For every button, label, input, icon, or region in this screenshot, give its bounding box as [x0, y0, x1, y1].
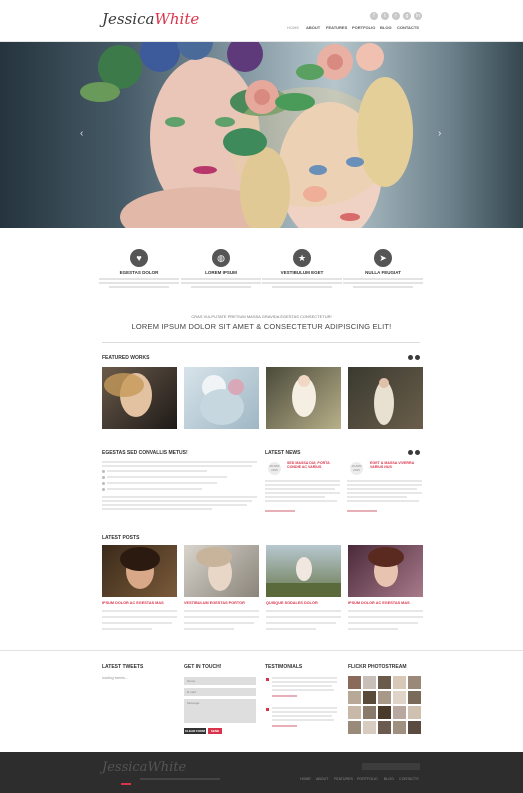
send-button[interactable]: SEND: [208, 728, 222, 734]
nav-features[interactable]: FEATURES: [326, 25, 347, 30]
divider: [0, 650, 523, 651]
flickr-photo[interactable]: [363, 721, 376, 734]
work-thumbnail[interactable]: [266, 367, 341, 429]
news-date: 28 APR 2015: [268, 462, 281, 475]
logo-accent-text: White: [154, 10, 200, 28]
news-title[interactable]: EGET & MASSA VIVERRA VARIUS NUS: [370, 461, 422, 469]
flickr-photo[interactable]: [363, 706, 376, 719]
feature-title: EGESTAS DOLOR: [119, 270, 159, 275]
footer-nav-about[interactable]: ABOUT: [316, 777, 328, 781]
nav-home[interactable]: HOME: [287, 25, 299, 30]
flickr-title: FLICKR PHOTOSTREAM: [348, 664, 407, 670]
feature-title: NULLA FEUGIAT: [365, 270, 401, 275]
flickr-photo[interactable]: [393, 691, 406, 704]
tagline-sub: CRAS VULPUTATE PRETIUM MASSA GRAVIDA EGE…: [191, 314, 332, 319]
work-thumbnail[interactable]: [184, 367, 259, 429]
work-thumbnail[interactable]: [348, 367, 423, 429]
footer-nav-home[interactable]: HOME: [300, 777, 311, 781]
flickr-photo[interactable]: [408, 721, 421, 734]
flickr-photo[interactable]: [393, 676, 406, 689]
globe-icon: ◍: [212, 249, 230, 267]
hero-slider[interactable]: ‹ ›: [0, 42, 523, 228]
flickr-photo[interactable]: [408, 706, 421, 719]
egestas-title: EGESTAS SED CONVALLIS METUS!: [102, 450, 188, 456]
footer-nav-blog[interactable]: BLOG: [384, 777, 394, 781]
flickr-photo[interactable]: [363, 676, 376, 689]
linkedin-icon[interactable]: in: [414, 12, 422, 20]
hero-image: [80, 42, 413, 228]
prev-dot-icon[interactable]: [408, 355, 413, 360]
hero-prev-arrow[interactable]: ‹: [80, 128, 83, 139]
post-title[interactable]: QUISQUE SODALES DOLOR: [266, 601, 318, 605]
work-thumbnail[interactable]: [102, 367, 177, 429]
post-thumbnail[interactable]: [102, 545, 177, 597]
flickr-photo[interactable]: [393, 706, 406, 719]
news-title[interactable]: SED MASSA DUI, PORTA CONDIE AC VARIUS: [287, 461, 342, 469]
next-dot-icon[interactable]: [415, 355, 420, 360]
footer-logo[interactable]: JessicaWhite: [102, 760, 186, 775]
latest-tweets-title: LATEST TWEETS: [102, 664, 144, 670]
flickr-photo[interactable]: [393, 721, 406, 734]
site-footer: [0, 752, 523, 793]
footer-logo-accent: White: [147, 760, 187, 775]
post-thumbnail[interactable]: [266, 545, 341, 597]
facebook-icon[interactable]: f: [370, 12, 378, 20]
tweets-loading: loading tweets...: [102, 676, 128, 680]
flickr-photo[interactable]: [348, 706, 361, 719]
flickr-photo[interactable]: [408, 676, 421, 689]
flickr-photo[interactable]: [378, 721, 391, 734]
footer-logo-text: Jessica: [102, 760, 148, 775]
featured-works-title: FEATURED WORKS: [102, 355, 150, 361]
post-title[interactable]: VESTIBULUM EGESTAS PORTOR: [184, 601, 245, 605]
hero-next-arrow[interactable]: ›: [438, 128, 441, 139]
feature-title: VESTIBULUM EGET: [280, 270, 324, 275]
tagline-main: LOREM IPSUM DOLOR SIT AMET & CONSECTETUR…: [131, 322, 392, 331]
nav-contacts[interactable]: CONTACTS: [397, 25, 419, 30]
footer-search-input[interactable]: [362, 763, 420, 770]
name-field[interactable]: Name:: [184, 677, 256, 685]
heart-icon: ♥: [130, 249, 148, 267]
google-icon[interactable]: g: [403, 12, 411, 20]
post-thumbnail[interactable]: [348, 545, 423, 597]
get-in-touch-title: GET IN TOUCH!: [184, 664, 222, 670]
star-icon: ★: [293, 249, 311, 267]
twitter-icon[interactable]: t: [381, 12, 389, 20]
email-field[interactable]: E-mail:: [184, 688, 256, 696]
flickr-photo[interactable]: [378, 676, 391, 689]
nav-portfolio[interactable]: PORTFOLIO: [352, 25, 375, 30]
clear-form-button[interactable]: CLEAR FORM: [184, 728, 206, 734]
feature-title: LOREM IPSUM: [205, 270, 237, 275]
post-thumbnail[interactable]: [184, 545, 259, 597]
next-dot-icon[interactable]: [415, 450, 420, 455]
flickr-photo[interactable]: [348, 691, 361, 704]
arrow-icon: ➤: [374, 249, 392, 267]
latest-posts-title: LATEST POSTS: [102, 535, 140, 541]
site-header: [0, 0, 523, 42]
post-title[interactable]: IPSUM DOLOR AC EGESTAS MAS: [348, 601, 410, 605]
flickr-photo[interactable]: [363, 691, 376, 704]
quote-icon: [266, 678, 269, 681]
nav-about[interactable]: ABOUT: [306, 25, 320, 30]
latest-news-title: LATEST NEWS: [265, 450, 301, 456]
nav-blog[interactable]: BLOG: [380, 25, 392, 30]
site-logo[interactable]: JessicaWhite: [102, 10, 199, 28]
flickr-photo[interactable]: [348, 676, 361, 689]
message-field[interactable]: Message:: [184, 699, 256, 723]
post-title[interactable]: IPSUM DOLOR AC EGESTAS MAS: [102, 601, 164, 605]
footer-nav-portfolio[interactable]: PORTFOLIO: [357, 777, 378, 781]
quote-icon: [266, 708, 269, 711]
footer-nav-features[interactable]: FEATURES: [334, 777, 353, 781]
logo-text: Jessica: [102, 10, 155, 28]
flickr-photo[interactable]: [408, 691, 421, 704]
rss-icon[interactable]: r: [392, 12, 400, 20]
prev-dot-icon[interactable]: [408, 450, 413, 455]
flickr-photo[interactable]: [378, 691, 391, 704]
flickr-photo[interactable]: [378, 706, 391, 719]
footer-nav-contacts[interactable]: CONTACTS: [399, 777, 419, 781]
testimonials-title: TESTIMONIALS: [265, 664, 303, 670]
news-date: 15 APR 2015: [350, 462, 363, 475]
flickr-photo[interactable]: [348, 721, 361, 734]
